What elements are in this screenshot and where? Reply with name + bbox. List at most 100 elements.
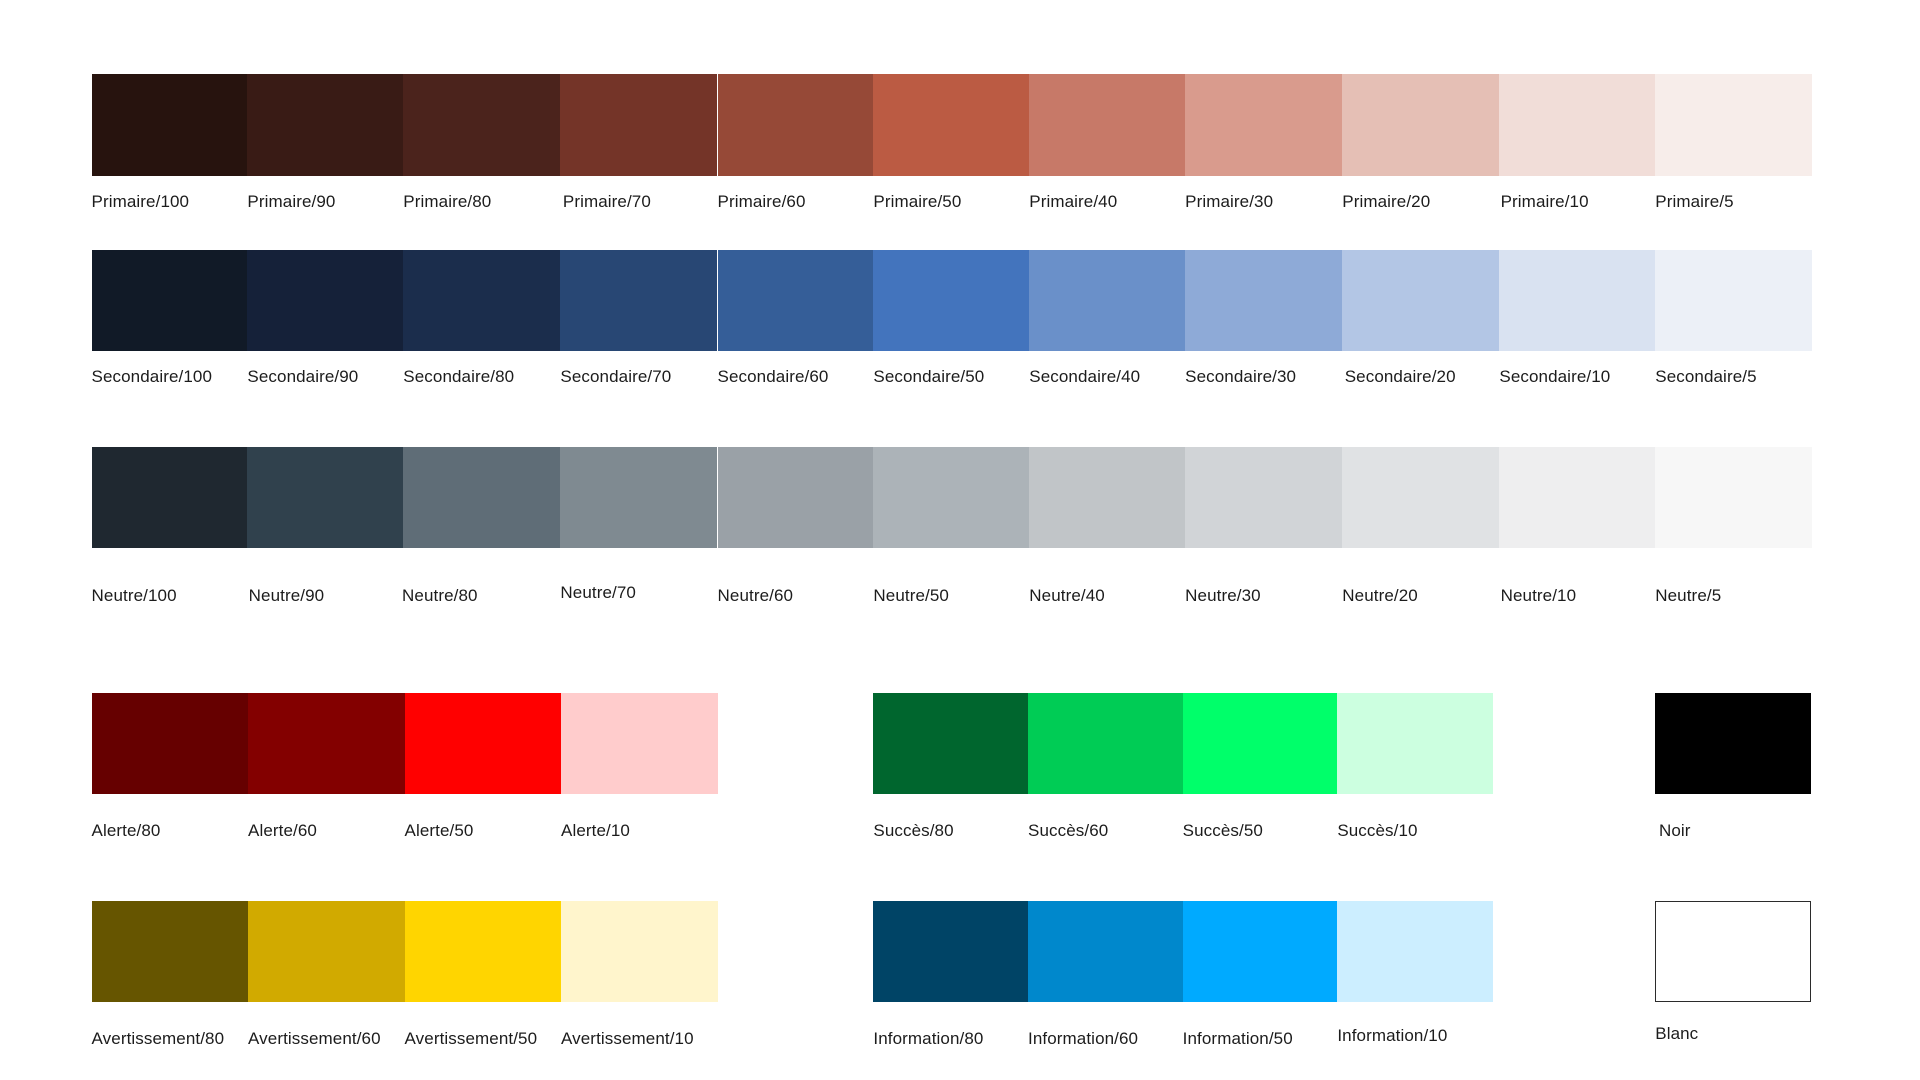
label-secondaire-100: Secondaire/100 [91, 367, 213, 387]
label-neutre-60: Neutre/60 [717, 586, 794, 606]
swatch-primaire-30 [1185, 74, 1342, 176]
label-secondaire-90: Secondaire/90 [247, 367, 359, 387]
swatch-secondaire-30 [1185, 249, 1342, 352]
swatch-secondaire-20 [1342, 249, 1499, 352]
swatch-neutre-10 [1499, 446, 1656, 549]
label-secondaire-5: Secondaire/5 [1655, 367, 1757, 387]
swatch-succes-80 [873, 692, 1029, 795]
swatch-neutre-100 [91, 446, 249, 549]
label-secondaire-20: Secondaire/20 [1344, 367, 1456, 387]
swatch-neutre-30 [1185, 446, 1342, 549]
label-neutre-50: Neutre/50 [873, 586, 949, 606]
label-primaire-70: Primaire/70 [562, 191, 651, 211]
label-avertissement-60: Avertissement/60 [248, 1029, 381, 1049]
label-information-50: Information/50 [1182, 1029, 1293, 1049]
label-neutre-80: Neutre/80 [402, 586, 478, 606]
swatch-secondaire-70 [560, 249, 717, 352]
label-secondaire-30: Secondaire/30 [1185, 367, 1297, 387]
swatch-neutre-60 [717, 446, 874, 549]
swatch-information-10 [1337, 900, 1493, 1003]
swatch-avertissement-10 [561, 900, 718, 1003]
label-primaire-40: Primaire/40 [1029, 191, 1118, 211]
swatch-primaire-70 [560, 74, 717, 176]
swatch-secondaire-60 [717, 249, 874, 352]
label-information-60: Information/60 [1028, 1029, 1139, 1049]
swatch-primaire-50 [873, 74, 1030, 176]
swatch-alerte-50 [404, 692, 562, 795]
swatch-information-60 [1028, 900, 1184, 1003]
color-palette-board: Primaire/100 Primaire/90 Primaire/80 Primai… [0, 0, 1920, 1080]
swatch-succes-60 [1028, 692, 1184, 795]
swatch-noir [1655, 692, 1811, 795]
label-primaire-20: Primaire/20 [1342, 191, 1431, 211]
label-avertissement-80: Avertissement/80 [91, 1029, 225, 1049]
label-alerte-50: Alerte/50 [404, 821, 474, 841]
swatch-secondaire-50 [873, 249, 1030, 352]
label-secondaire-10: Secondaire/10 [1499, 367, 1611, 387]
swatch-secondaire-100 [91, 249, 249, 352]
label-alerte-10: Alerte/10 [561, 821, 630, 841]
swatch-secondaire-80 [403, 249, 560, 352]
label-neutre-70: Neutre/70 [560, 582, 636, 602]
label-alerte-80: Alerte/80 [91, 821, 161, 841]
swatch-primaire-10 [1499, 74, 1656, 176]
label-avertissement-50: Avertissement/50 [404, 1029, 538, 1049]
label-primaire-5: Primaire/5 [1655, 191, 1734, 211]
swatch-primaire-20 [1342, 74, 1499, 176]
swatch-alerte-10 [561, 692, 718, 795]
label-secondaire-40: Secondaire/40 [1029, 367, 1141, 387]
label-primaire-80: Primaire/80 [403, 191, 492, 211]
swatch-secondaire-90 [247, 249, 404, 352]
swatch-neutre-20 [1342, 446, 1499, 549]
label-primaire-30: Primaire/30 [1185, 191, 1274, 211]
label-succes-10: Succès/10 [1337, 821, 1418, 841]
label-primaire-60: Primaire/60 [717, 191, 806, 211]
label-secondaire-60: Secondaire/60 [717, 367, 829, 387]
swatch-alerte-80 [91, 692, 249, 795]
swatch-primaire-60 [717, 74, 874, 176]
swatch-information-50 [1182, 900, 1338, 1003]
label-neutre-30: Neutre/30 [1185, 586, 1261, 606]
label-noir: Noir [1658, 821, 1691, 841]
swatch-neutre-80 [403, 446, 560, 549]
swatch-secondaire-10 [1499, 249, 1656, 352]
label-neutre-20: Neutre/20 [1342, 586, 1418, 606]
swatch-neutre-90 [247, 446, 404, 549]
swatch-avertissement-60 [248, 900, 405, 1003]
label-neutre-10: Neutre/10 [1500, 586, 1577, 606]
label-primaire-100: Primaire/100 [91, 191, 190, 211]
swatch-neutre-5 [1655, 446, 1812, 549]
label-avertissement-10: Avertissement/10 [561, 1029, 694, 1049]
swatch-avertissement-80 [91, 900, 249, 1003]
swatch-alerte-60 [248, 692, 405, 795]
swatch-primaire-80 [403, 74, 560, 176]
label-blanc: Blanc [1655, 1024, 1699, 1044]
swatch-succes-50 [1182, 692, 1338, 795]
swatch-primaire-100 [91, 74, 249, 176]
label-secondaire-80: Secondaire/80 [403, 367, 515, 387]
label-neutre-100: Neutre/100 [91, 586, 177, 606]
swatch-primaire-40 [1029, 74, 1186, 176]
swatch-primaire-5 [1655, 74, 1812, 176]
swatch-blanc [1655, 900, 1811, 1003]
label-primaire-50: Primaire/50 [873, 191, 962, 211]
swatch-secondaire-5 [1655, 249, 1812, 352]
swatch-neutre-40 [1029, 446, 1186, 549]
label-information-80: Information/80 [873, 1029, 984, 1049]
label-neutre-40: Neutre/40 [1029, 586, 1105, 606]
label-neutre-90: Neutre/90 [248, 586, 325, 606]
label-neutre-5: Neutre/5 [1655, 586, 1722, 606]
swatch-information-80 [873, 900, 1029, 1003]
label-succes-80: Succès/80 [873, 821, 954, 841]
label-information-10: Information/10 [1337, 1025, 1448, 1045]
swatch-neutre-50 [873, 446, 1030, 549]
label-primaire-10: Primaire/10 [1500, 191, 1589, 211]
swatch-avertissement-50 [404, 900, 562, 1003]
label-primaire-90: Primaire/90 [247, 191, 336, 211]
label-secondaire-70: Secondaire/70 [560, 367, 672, 387]
label-succes-60: Succès/60 [1028, 821, 1109, 841]
swatch-succes-10 [1337, 692, 1493, 795]
swatch-neutre-70 [560, 446, 717, 549]
swatch-primaire-90 [247, 74, 404, 176]
label-succes-50: Succès/50 [1182, 821, 1263, 841]
